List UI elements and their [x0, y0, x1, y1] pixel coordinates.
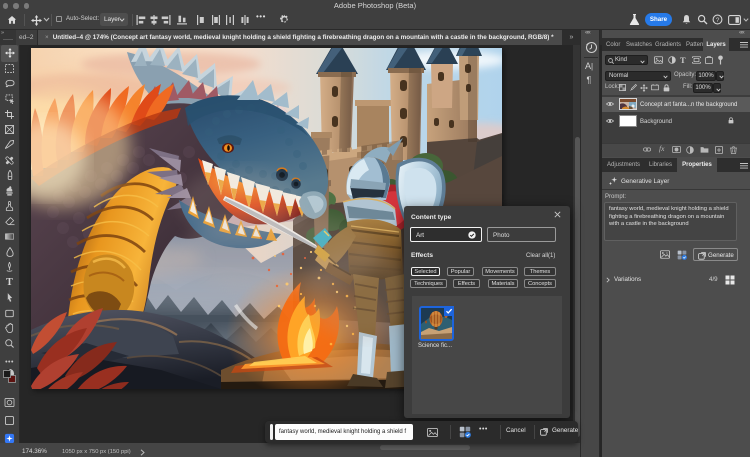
svg-text:?: ? — [716, 17, 720, 24]
